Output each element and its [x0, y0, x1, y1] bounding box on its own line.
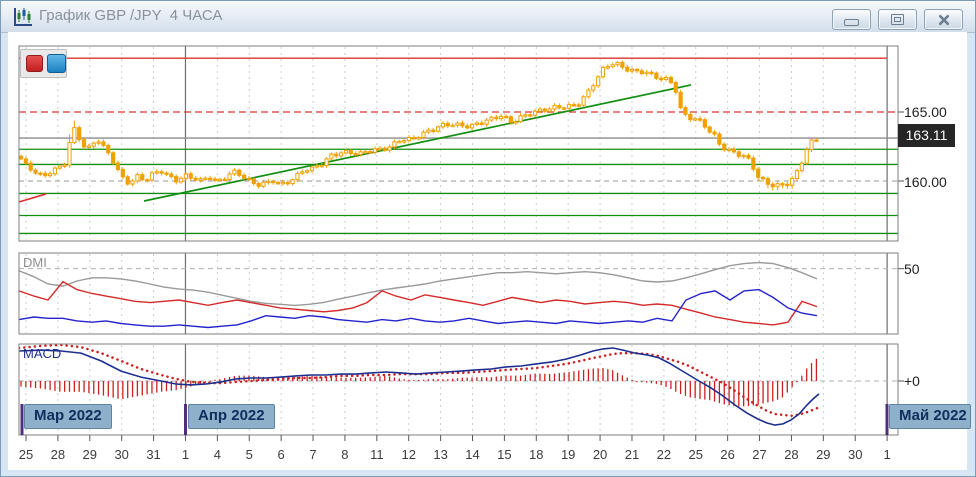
x-axis-label: 30	[107, 447, 137, 462]
macd-axis-label-zero: +0	[904, 373, 920, 389]
x-axis-label: 1	[170, 447, 200, 462]
application-window: График GBP /JPY 4 ЧАСА 165.00 163.11 160…	[0, 0, 976, 477]
candles	[19, 60, 818, 190]
trendlines	[19, 85, 691, 202]
x-axis-label: 11	[362, 447, 392, 462]
x-axis-label: 5	[234, 447, 264, 462]
red-marker-button[interactable]	[26, 55, 43, 72]
x-axis-label: 1	[872, 447, 902, 462]
x-axis-label: 22	[649, 447, 679, 462]
macd-histogram	[21, 359, 816, 407]
price-panel	[19, 46, 898, 241]
x-axis-label: 28	[776, 447, 806, 462]
month-label-may: Май 2022	[889, 404, 971, 429]
macd-line	[19, 348, 819, 425]
x-axis-label: 13	[426, 447, 456, 462]
x-axis-label: 21	[617, 447, 647, 462]
x-axis-label: 29	[75, 447, 105, 462]
x-axis-label: 30	[840, 447, 870, 462]
macd-panel	[19, 344, 898, 435]
x-axis-label: 27	[745, 447, 775, 462]
month-label-apr: Апр 2022	[188, 404, 275, 429]
x-axis-label: 25	[681, 447, 711, 462]
price-axis-label-165: 165.00	[904, 104, 947, 120]
x-axis-label: 12	[394, 447, 424, 462]
x-axis-label: 6	[266, 447, 296, 462]
dmi-line-+di	[19, 282, 817, 325]
chart-toolbar	[20, 49, 67, 78]
dmi-panel-label: DMI	[23, 255, 47, 270]
dmi-line--di	[19, 290, 817, 328]
x-axis-label: 20	[585, 447, 615, 462]
x-axis-label: 26	[713, 447, 743, 462]
price-levels	[19, 58, 898, 381]
x-axis-label: 28	[43, 447, 73, 462]
chart-canvas[interactable]	[1, 1, 975, 476]
x-axis-label: 4	[202, 447, 232, 462]
x-axis-label: 25	[11, 447, 41, 462]
x-axis-label: 19	[553, 447, 583, 462]
x-axis-label: 31	[139, 447, 169, 462]
x-axis-label: 14	[458, 447, 488, 462]
x-axis-label: 29	[808, 447, 838, 462]
current-price-box: 163.11	[898, 124, 955, 147]
month-label-mar: Мар 2022	[24, 404, 112, 429]
dmi-axis-label-50: 50	[904, 261, 920, 277]
x-axis-label: 18	[521, 447, 551, 462]
x-axis-label: 7	[298, 447, 328, 462]
price-axis-label-160: 160.00	[904, 174, 947, 190]
x-axis-label: 8	[330, 447, 360, 462]
x-axis-label: 15	[489, 447, 519, 462]
blue-marker-button[interactable]	[47, 54, 66, 73]
macd-panel-label: MACD	[23, 346, 61, 361]
